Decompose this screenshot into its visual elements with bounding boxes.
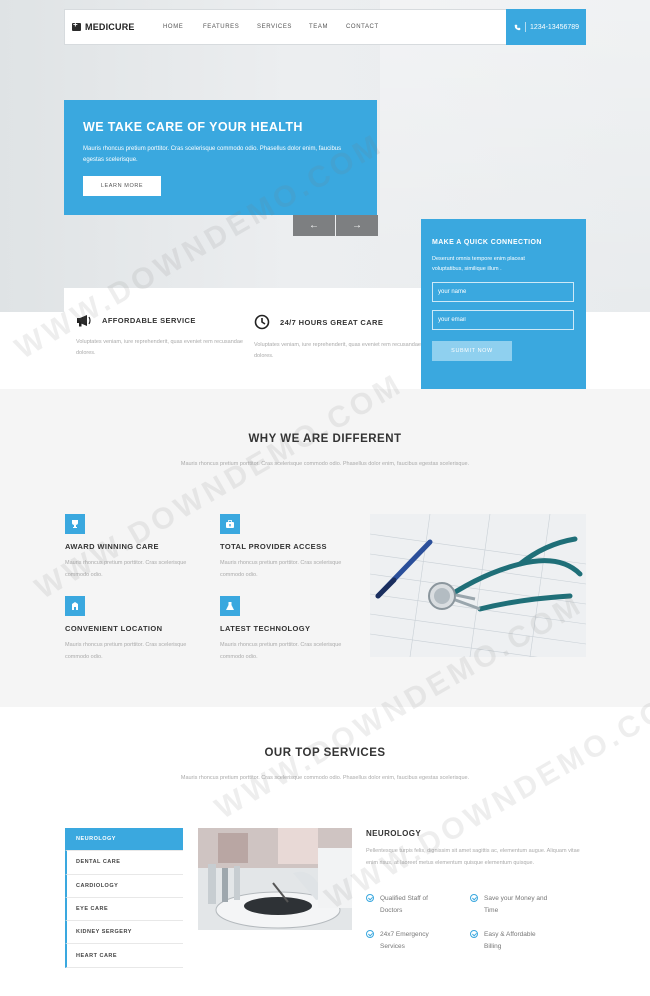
service-point: Easy & Affordable Billing [470,929,560,953]
services-menu-item-dental[interactable]: DENTAL CARE [65,851,183,875]
service-detail-text: Pellentesque turpis felis, dignissim sit… [366,848,580,866]
why-item-text: Mauris rhoncus pretium porttitor. Cras s… [65,642,187,660]
feature-affordable: AFFORDABLE SERVICE Voluptates veniam, iu… [76,314,246,359]
briefcase-icon [220,514,240,534]
service-detail-title: NEUROLOGY [366,829,422,838]
phone-separator [525,22,526,32]
service-point-text: Qualified Staff of Doctors [380,895,428,914]
why-title: WHY WE ARE DIFFERENT [248,433,402,445]
feature-title: AFFORDABLE SERVICE [102,316,196,325]
check-icon [470,894,478,902]
megaphone-icon [77,315,91,327]
slider-arrows: ← → [293,215,378,236]
flask-icon [220,596,240,616]
nav-link-contact[interactable]: CONTACT [346,24,379,30]
lab-image [198,828,352,930]
services-menu-item-heart[interactable]: HEART CARE [65,944,183,968]
hero-text: Mauris rhoncus pretium porttitor. Cras s… [83,146,342,163]
why-item-text: Mauris rhoncus pretium porttitor. Cras s… [220,560,342,578]
nav-link-features[interactable]: FEATURES [203,24,257,30]
services-title: OUR TOP SERVICES [264,747,386,759]
service-point-text: Save your Money and Time [484,895,548,914]
hero-title: WE TAKE CARE OF YOUR HEALTH [83,120,303,134]
service-point: Qualified Staff of Doctors [366,893,456,917]
hero-banner: WE TAKE CARE OF YOUR HEALTH Mauris rhonc… [64,100,377,215]
phone-icon [514,24,521,30]
check-icon [366,930,374,938]
why-section: WHY WE ARE DIFFERENT Mauris rhoncus pret… [0,389,650,707]
quick-connection-form: MAKE A QUICK CONNECTION Deserunt omnis t… [421,219,586,389]
services-menu: NEUROLOGY DENTAL CARE CARDIOLOGY EYE CAR… [65,828,183,968]
features-strip: AFFORDABLE SERVICE Voluptates veniam, iu… [64,288,421,389]
learn-more-button[interactable]: LEARN MORE [83,176,161,196]
check-icon [470,930,478,938]
feature-text: Voluptates veniam, iure reprehenderit, q… [254,342,421,359]
check-icon [366,894,374,902]
why-item-title: CONVENIENT LOCATION [65,624,163,633]
why-item-title: TOTAL PROVIDER ACCESS [220,542,327,551]
why-item-text: Mauris rhoncus pretium porttitor. Cras s… [220,642,342,660]
service-point: Save your Money and Time [470,893,560,917]
nav-link-team[interactable]: TEAM [309,24,346,30]
services-menu-item-eye[interactable]: EYE CARE [65,897,183,922]
phone-box[interactable]: 1234-13456789 [506,9,586,45]
nav-links: HOME FEATURES SERVICES TEAM CONTACT [163,24,379,30]
feature-24-7: 24/7 HOURS GREAT CARE Voluptates veniam,… [254,314,424,362]
why-item-provider: TOTAL PROVIDER ACCESS Mauris rhoncus pre… [220,514,355,581]
clock-icon [254,314,270,330]
why-item-text: Mauris rhoncus pretium porttitor. Cras s… [65,560,187,578]
service-point-text: 24x7 Emergency Services [380,931,429,950]
name-input[interactable] [432,282,574,302]
feature-title: 24/7 HOURS GREAT CARE [280,317,384,327]
email-input[interactable] [432,310,574,330]
submit-button[interactable]: SUBMIT NOW [432,341,512,361]
service-point: 24x7 Emergency Services [366,929,456,953]
feature-text: Voluptates veniam, iure reprehenderit, q… [76,339,243,356]
why-item-technology: LATEST TECHNOLOGY Mauris rhoncus pretium… [220,596,355,663]
services-subtitle: Mauris rhoncus pretium porttitor. Cras s… [180,775,470,781]
logo[interactable]: MEDICURE [65,20,163,32]
why-item-title: AWARD WINNING CARE [65,542,159,551]
prev-arrow-button[interactable]: ← [293,215,335,236]
quick-title: MAKE A QUICK CONNECTION [432,239,542,246]
medical-kit-icon [72,20,81,31]
stethoscope-image [370,514,586,657]
service-point-text: Easy & Affordable Billing [484,931,536,950]
building-icon [65,596,85,616]
nav-link-services[interactable]: SERVICES [257,24,309,30]
services-menu-item-cardiology[interactable]: CARDIOLOGY [65,874,183,898]
quick-text: Deserunt omnis tempore enim placeat volu… [432,256,525,272]
services-section: OUR TOP SERVICES Mauris rhoncus pretium … [0,707,650,996]
logo-text: MEDICURE [85,22,135,32]
trophy-icon [65,514,85,534]
services-menu-item-kidney[interactable]: KIDNEY SERGERY [65,921,183,945]
nav-link-home[interactable]: HOME [163,24,203,30]
why-item-award: AWARD WINNING CARE Mauris rhoncus pretiu… [65,514,200,581]
why-item-location: CONVENIENT LOCATION Mauris rhoncus preti… [65,596,200,663]
next-arrow-button[interactable]: → [336,215,378,236]
why-subtitle: Mauris rhoncus pretium porttitor. Cras s… [180,461,470,467]
why-item-title: LATEST TECHNOLOGY [220,624,311,633]
phone-number: 1234-13456789 [530,23,580,31]
navbar: MEDICURE HOME FEATURES SERVICES TEAM CON… [64,9,586,45]
services-menu-item-neurology[interactable]: NEUROLOGY [65,828,183,852]
